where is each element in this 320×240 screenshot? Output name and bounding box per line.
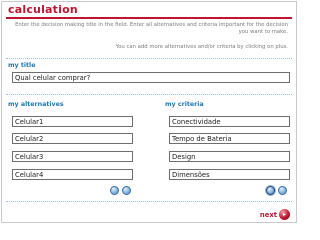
criteria-label: my criteria bbox=[165, 101, 204, 108]
title-underline bbox=[6, 17, 292, 19]
instructions-text: Enter the decision making title in the f… bbox=[15, 22, 288, 35]
criterion-input-1[interactable] bbox=[169, 116, 290, 127]
alternatives-remove-button[interactable] bbox=[110, 186, 119, 195]
criterion-input-4[interactable] bbox=[169, 169, 290, 180]
page-title: calculation bbox=[8, 3, 78, 16]
criteria-add-button[interactable] bbox=[278, 186, 287, 195]
criteria-remove-button[interactable] bbox=[266, 186, 275, 195]
separator-middle bbox=[6, 94, 292, 95]
criterion-input-3[interactable] bbox=[169, 151, 290, 162]
alternative-input-3[interactable] bbox=[12, 151, 133, 162]
next-arrow-icon[interactable]: ▸ bbox=[279, 209, 290, 220]
calculation-panel: calculation Enter the decision making ti… bbox=[1, 1, 297, 223]
next-link[interactable]: next bbox=[260, 211, 277, 219]
alternative-input-1[interactable] bbox=[12, 116, 133, 127]
separator-top bbox=[6, 58, 292, 59]
criterion-input-2[interactable] bbox=[169, 133, 290, 144]
alternative-input-4[interactable] bbox=[12, 169, 133, 180]
title-input[interactable] bbox=[12, 72, 290, 83]
alternative-input-2[interactable] bbox=[12, 133, 133, 144]
alternatives-add-button[interactable] bbox=[122, 186, 131, 195]
title-label: my title bbox=[8, 62, 36, 69]
instructions-add-text: You can add more alternatives and/or cri… bbox=[115, 44, 288, 50]
alternatives-label: my alternatives bbox=[8, 101, 64, 108]
separator-bottom bbox=[6, 201, 292, 202]
